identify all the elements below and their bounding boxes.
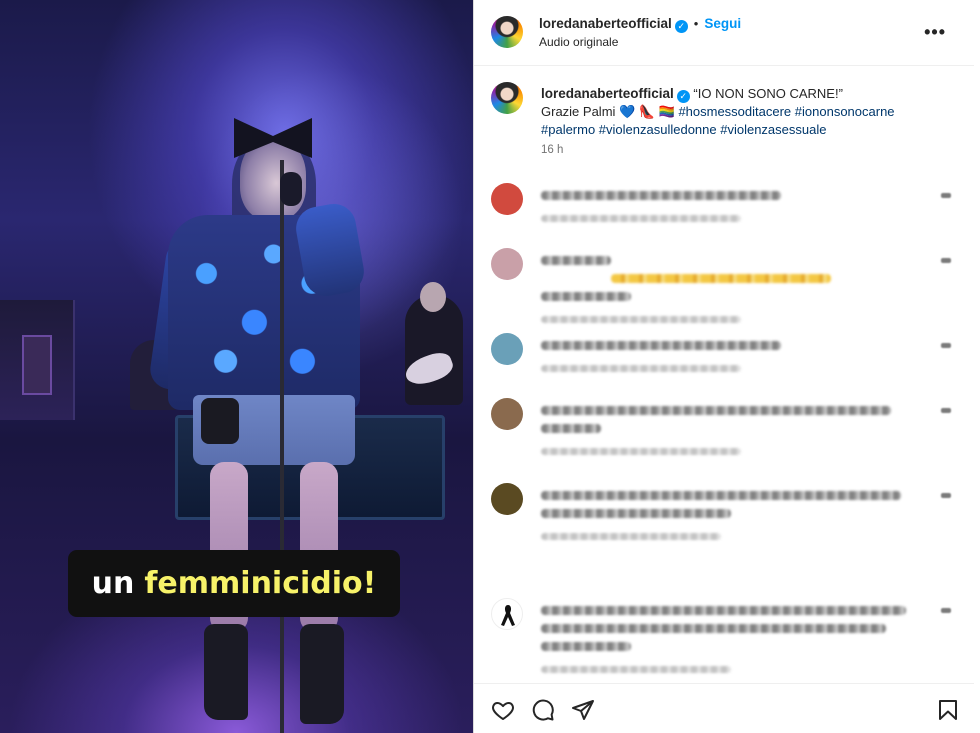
- comment-text-redacted: [541, 406, 891, 415]
- comment-meta-redacted: [541, 666, 731, 673]
- commenter-avatar[interactable]: [491, 598, 523, 630]
- comment-meta-redacted: [541, 365, 741, 372]
- author-line: loredanaberteofficial ✓ • Segui: [539, 15, 741, 33]
- caption-hashtags-1[interactable]: #hosmessoditacere #iononsonocarne: [678, 104, 894, 119]
- comment-text-redacted: [541, 606, 906, 615]
- caption-author-avatar[interactable]: [491, 82, 523, 114]
- comment-like-icon[interactable]: [941, 493, 951, 498]
- caption-hashtags-2[interactable]: #palermo #violenzasulledonne #violenzase…: [541, 122, 826, 137]
- more-options-icon[interactable]: •••: [924, 22, 946, 43]
- separator-dot: •: [693, 16, 699, 31]
- commenter-avatar[interactable]: [491, 398, 523, 430]
- subtitle-word: un: [91, 566, 135, 601]
- comment-meta-redacted: [541, 533, 721, 540]
- caption-thanks: Grazie Palmi: [541, 104, 620, 119]
- caption-emojis: 💙 👠 🏳️‍🌈: [619, 104, 679, 119]
- caption-text: loredanaberteofficial ✓ “IO NON SONO CARN…: [541, 85, 961, 139]
- comment-text-redacted: [541, 509, 731, 518]
- commenter-avatar[interactable]: [491, 183, 523, 215]
- comment-text-redacted: [541, 256, 611, 265]
- audio-label[interactable]: Audio originale: [539, 35, 618, 49]
- author-username[interactable]: loredanaberteofficial: [539, 16, 672, 31]
- commenter-avatar[interactable]: [491, 333, 523, 365]
- guitarist-head: [420, 282, 446, 312]
- author-avatar[interactable]: [491, 16, 523, 48]
- comment-like-icon[interactable]: [941, 608, 951, 613]
- comment-text-redacted: [541, 424, 601, 433]
- comment-text-redacted: [541, 191, 781, 200]
- comment-text-redacted: [541, 642, 631, 651]
- caption-quote: “IO NON SONO CARNE!”: [689, 86, 843, 101]
- post-media[interactable]: un femminicidio!: [0, 0, 473, 733]
- comment-text-redacted: [611, 274, 831, 283]
- comment-text-redacted: [541, 341, 781, 350]
- comment-meta-redacted: [541, 316, 741, 323]
- comment-meta-redacted: [541, 215, 741, 222]
- comment-text-redacted: [541, 491, 901, 500]
- right-boot: [300, 624, 344, 724]
- commenter-avatar[interactable]: [491, 248, 523, 280]
- share-icon[interactable]: [571, 698, 595, 722]
- video-subtitle: un femminicidio!: [68, 550, 400, 617]
- comment-like-icon[interactable]: [941, 408, 951, 413]
- caption-username[interactable]: loredanaberteofficial: [541, 86, 674, 101]
- microphone-stand: [280, 160, 284, 733]
- singer-bag: [201, 398, 239, 444]
- left-boot: [204, 624, 248, 720]
- amplifier: [22, 335, 52, 395]
- heart-icon[interactable]: [491, 698, 515, 722]
- post-timestamp[interactable]: 16 h: [541, 144, 563, 156]
- comment-meta-redacted: [541, 448, 741, 455]
- microphone-hand: [280, 172, 302, 206]
- comment-text-redacted: [541, 292, 631, 301]
- post-header: loredanaberteofficial ✓ • Segui Audio origi…: [474, 0, 974, 66]
- comment-like-icon[interactable]: [941, 193, 951, 198]
- comment-icon[interactable]: [531, 698, 555, 722]
- comment-like-icon[interactable]: [941, 343, 951, 348]
- comment-like-icon[interactable]: [941, 258, 951, 263]
- commenter-avatar[interactable]: [491, 483, 523, 515]
- action-bar: [474, 683, 974, 733]
- post-side-panel: loredanaberteofficial ✓ • Segui Audio origi…: [473, 0, 980, 733]
- comment-text-redacted: [541, 624, 886, 633]
- verified-badge-icon: ✓: [674, 20, 688, 33]
- verified-badge-icon: ✓: [676, 90, 690, 103]
- bookmark-icon[interactable]: [936, 698, 960, 722]
- subtitle-highlight-word: femminicidio!: [144, 566, 377, 601]
- follow-button[interactable]: Segui: [704, 16, 741, 31]
- comments-list: [491, 178, 966, 683]
